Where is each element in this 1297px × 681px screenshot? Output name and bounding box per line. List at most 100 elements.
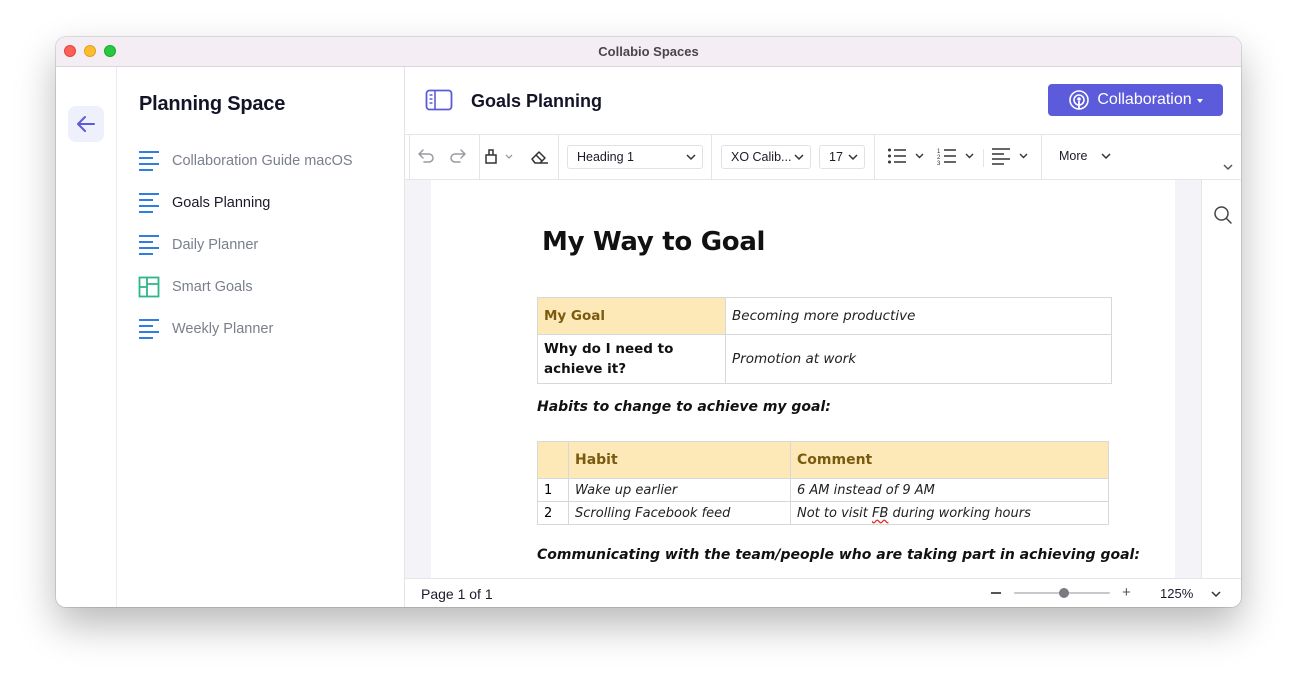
table-header-cell[interactable]: Habit <box>568 441 791 479</box>
font-family-select[interactable]: XO Calib... <box>721 145 811 169</box>
table-cell[interactable]: Promotion at work <box>725 334 1112 384</box>
paragraph-style-select[interactable]: Heading 1 <box>567 145 703 169</box>
table-cell[interactable]: 2 <box>537 501 569 525</box>
board-grid-icon <box>138 276 160 298</box>
habits-heading: Habits to change to achieve my goal: <box>537 399 831 415</box>
document-lines-icon <box>138 150 160 172</box>
table-cell[interactable]: Becoming more productive <box>725 297 1112 335</box>
table-row: My Goal Becoming more productive <box>537 297 1112 335</box>
comment-text: during working hours <box>888 505 1031 521</box>
sidebar-item-goals-planning[interactable]: Goals Planning <box>138 182 398 224</box>
document-lines-icon <box>138 234 160 256</box>
sidebar-item-collaboration-guide[interactable]: Collaboration Guide macOS <box>138 140 398 182</box>
toolbar-separator <box>1041 135 1042 180</box>
arrow-left-icon <box>77 116 95 132</box>
table-cell[interactable]: Scrolling Facebook feed <box>568 501 791 525</box>
chevron-down-icon <box>1101 153 1111 160</box>
sidebar: Planning Space Collaboration Guide macOS… <box>117 67 405 607</box>
main-area: Goals Planning Collaboration Heading 1 X… <box>405 67 1241 607</box>
sidebar-item-label: Collaboration Guide macOS <box>172 153 353 169</box>
zoom-slider-thumb[interactable] <box>1058 588 1069 598</box>
sidebar-item-label: Goals Planning <box>172 195 271 211</box>
eraser-icon[interactable] <box>529 147 549 165</box>
window-title: Collabio Spaces <box>598 44 699 59</box>
table-header-row: Habit Comment <box>537 441 1109 479</box>
document-page[interactable]: My Way to Goal My Goal Becoming more pro… <box>431 180 1175 578</box>
page-count: Page 1 of 1 <box>421 586 493 602</box>
redo-icon[interactable] <box>449 147 467 165</box>
comment-text: Not to visit <box>797 505 873 521</box>
toolbar-separator <box>558 135 559 180</box>
chevron-down-icon <box>794 154 804 161</box>
status-bar: Page 1 of 1 + 125% <box>405 578 1241 607</box>
goal-table: My Goal Becoming more productive Why do … <box>537 297 1112 384</box>
undo-icon[interactable] <box>417 147 435 165</box>
table-cell[interactable]: Not to visit FB during working hours <box>790 501 1109 525</box>
table-cell[interactable]: 1 <box>537 478 569 502</box>
zoom-level-select[interactable]: 125% <box>1160 586 1221 601</box>
format-painter-icon[interactable] <box>483 147 517 165</box>
collaboration-button[interactable]: Collaboration <box>1048 84 1223 116</box>
back-button[interactable] <box>68 106 104 142</box>
chevron-down-icon <box>686 154 696 161</box>
sidebar-item-daily-planner[interactable]: Daily Planner <box>138 224 398 266</box>
space-title: Planning Space <box>139 93 286 115</box>
sidebar-item-label: Smart Goals <box>172 279 253 295</box>
more-tools-button[interactable]: More <box>1059 149 1111 163</box>
table-cell[interactable]: 6 AM instead of 9 AM <box>790 478 1109 502</box>
table-cell[interactable]: Why do I need to achieve it? <box>537 334 726 384</box>
document-header: Goals Planning Collaboration <box>405 67 1241 135</box>
nav-rail <box>56 67 117 607</box>
table-header-cell[interactable] <box>537 441 569 479</box>
broadcast-icon <box>1069 90 1090 110</box>
font-size-select[interactable]: 17 <box>819 145 865 169</box>
minimize-window-button[interactable] <box>84 45 96 57</box>
table-row: 1 Wake up earlier 6 AM instead of 9 AM <box>537 478 1109 502</box>
document-title: Goals Planning <box>471 91 603 111</box>
sidebar-nav: Collaboration Guide macOS Goals Planning… <box>138 140 398 350</box>
zoom-slider[interactable] <box>1014 588 1110 598</box>
formatting-toolbar: Heading 1 XO Calib... 17 1 2 3 More <box>405 135 1241 180</box>
app-window: Collabio Spaces Planning Space Collabora… <box>56 37 1241 607</box>
sidebar-item-label: Daily Planner <box>172 237 259 253</box>
toolbar-separator <box>874 135 875 180</box>
document-heading: My Way to Goal <box>542 227 766 257</box>
right-tool-strip <box>1201 180 1241 578</box>
table-cell[interactable]: My Goal <box>537 297 726 335</box>
close-window-button[interactable] <box>64 45 76 57</box>
document-canvas[interactable]: My Way to Goal My Goal Becoming more pro… <box>405 180 1201 578</box>
toolbar-separator <box>983 149 984 167</box>
collaboration-label: Collaboration <box>1097 91 1192 108</box>
align-left-icon[interactable] <box>991 147 1031 165</box>
document-lines-icon <box>138 318 160 340</box>
maximize-window-button[interactable] <box>104 45 116 57</box>
bulleted-list-icon[interactable] <box>887 147 927 165</box>
document-lines-icon <box>138 192 160 214</box>
table-cell[interactable]: Wake up earlier <box>568 478 791 502</box>
paragraph-style-value: Heading 1 <box>577 150 634 164</box>
table-header-cell[interactable]: Comment <box>790 441 1109 479</box>
zoom-out-button[interactable] <box>991 592 1001 594</box>
chevron-down-icon <box>1211 591 1221 598</box>
toolbar-expand-chevron-icon[interactable] <box>1223 163 1233 171</box>
svg-text:3: 3 <box>937 161 941 165</box>
sidebar-item-label: Weekly Planner <box>172 321 274 337</box>
sidebar-item-smart-goals[interactable]: Smart Goals <box>138 266 398 308</box>
table-row: 2 Scrolling Facebook feed Not to visit F… <box>537 501 1109 525</box>
chevron-down-icon <box>848 154 858 161</box>
toolbar-separator <box>409 135 410 180</box>
window-controls <box>64 45 116 57</box>
sidebar-item-weekly-planner[interactable]: Weekly Planner <box>138 308 398 350</box>
toolbar-separator <box>479 135 480 180</box>
title-bar: Collabio Spaces <box>56 37 1241 67</box>
zoom-level-value: 125% <box>1160 586 1194 601</box>
chevron-down-icon <box>1196 99 1203 103</box>
toolbar-separator <box>711 135 712 180</box>
search-icon[interactable] <box>1213 205 1233 225</box>
sidebar-toggle-icon[interactable] <box>425 89 453 111</box>
zoom-in-button[interactable]: + <box>1122 585 1131 600</box>
spelling-flagged-word[interactable]: FB <box>872 506 888 521</box>
font-family-value: XO Calib... <box>731 150 792 164</box>
numbered-list-icon[interactable]: 1 2 3 <box>937 147 977 165</box>
team-heading: Communicating with the team/people who a… <box>537 547 1140 563</box>
